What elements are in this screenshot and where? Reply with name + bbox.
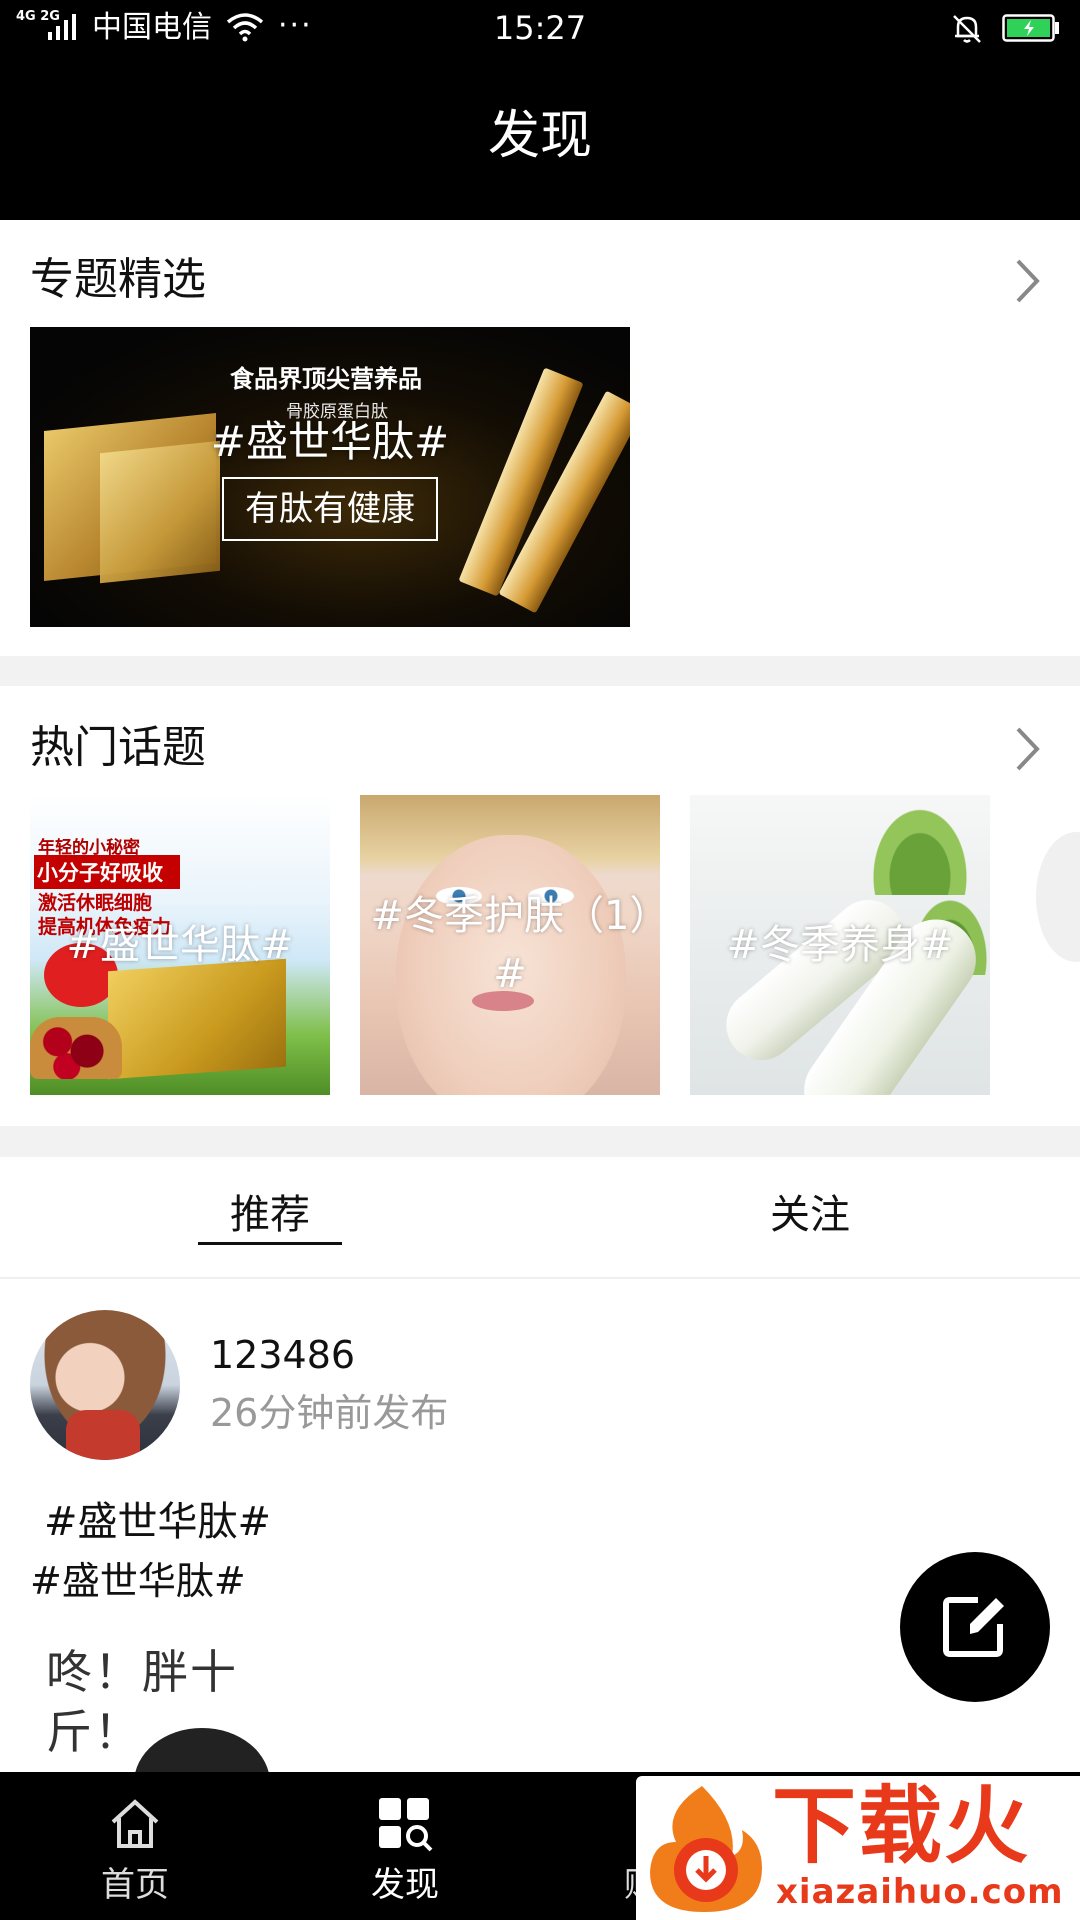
topic-card[interactable]: #冬季养身#: [690, 795, 990, 1095]
section-divider: [0, 656, 1080, 686]
feed-tabs: 推荐 关注: [0, 1157, 1080, 1279]
topic-label: #冬季养身#: [726, 922, 954, 968]
banner-slogan: 有肽有健康: [222, 477, 438, 541]
post-image[interactable]: 咚！胖十斤！: [30, 1632, 330, 1772]
radish-leaves-image: [870, 805, 970, 895]
watermark: 下载火 xiazaihuo.com: [636, 1776, 1080, 1920]
active-tab-indicator: [198, 1242, 342, 1245]
post-timestamp: 26分钟前发布: [210, 1391, 449, 1435]
nav-label: 发现: [371, 1865, 439, 1905]
topic-card[interactable]: 年轻的小秘密 小分子好吸收 激活休眠细胞 提高机体免疫力 #盛世华肽#: [30, 795, 330, 1095]
tab-recommend[interactable]: 推荐: [120, 1187, 420, 1243]
banner-headline: 食品界顶尖营养品: [230, 365, 422, 393]
topic-label: #冬季护肤（1）#: [370, 893, 650, 997]
featured-banner[interactable]: 食品界顶尖营养品 骨胶原蛋白肽 #盛世华肽# 有肽有健康: [30, 327, 630, 627]
discover-icon: [379, 1798, 433, 1852]
hot-topics-title: 热门话题: [30, 722, 206, 773]
chevron-right-icon[interactable]: [1012, 724, 1042, 774]
avatar[interactable]: [30, 1310, 180, 1460]
product-box-image: [108, 958, 286, 1080]
chevron-right-icon[interactable]: [1012, 256, 1042, 306]
nav-label: 首页: [101, 1865, 169, 1905]
status-bar: 4G 2G 中国电信 ··· 15:27: [0, 0, 1080, 56]
featured-section-title: 专题精选: [30, 254, 206, 305]
topic-image-text: 小分子好吸收: [34, 855, 180, 889]
berries-image: [30, 1017, 122, 1079]
silent-bell-icon: [953, 15, 981, 43]
home-icon: [111, 1799, 159, 1848]
page-title: 发现: [487, 106, 592, 166]
watermark-brand: 下载火: [772, 1777, 1031, 1875]
section-divider: [0, 1126, 1080, 1157]
watermark-url: xiazaihuo.com: [776, 1872, 1064, 1912]
post-hashtag[interactable]: #盛世华肽#: [44, 1494, 271, 1550]
topic-image-text: 激活休眠细胞: [38, 892, 153, 914]
banner-tag: #盛世华肽#: [210, 417, 450, 466]
nav-home[interactable]: 首页: [0, 1772, 270, 1920]
battery-icon: [1002, 14, 1059, 42]
post-username[interactable]: 123486: [210, 1330, 355, 1380]
nav-discover[interactable]: 发现: [270, 1772, 540, 1920]
topic-card[interactable]: #冬季护肤（1）#: [360, 795, 660, 1095]
topic-label: #盛世华肽#: [66, 922, 294, 968]
post-body: #盛世华肽#: [30, 1559, 246, 1603]
title-bar: 发现: [0, 56, 1080, 220]
clock: 15:27: [493, 9, 587, 47]
flame-logo-icon: [650, 1786, 762, 1912]
tab-following[interactable]: 关注: [660, 1187, 960, 1243]
compose-button[interactable]: [900, 1552, 1050, 1702]
edit-icon: [943, 1597, 1004, 1657]
